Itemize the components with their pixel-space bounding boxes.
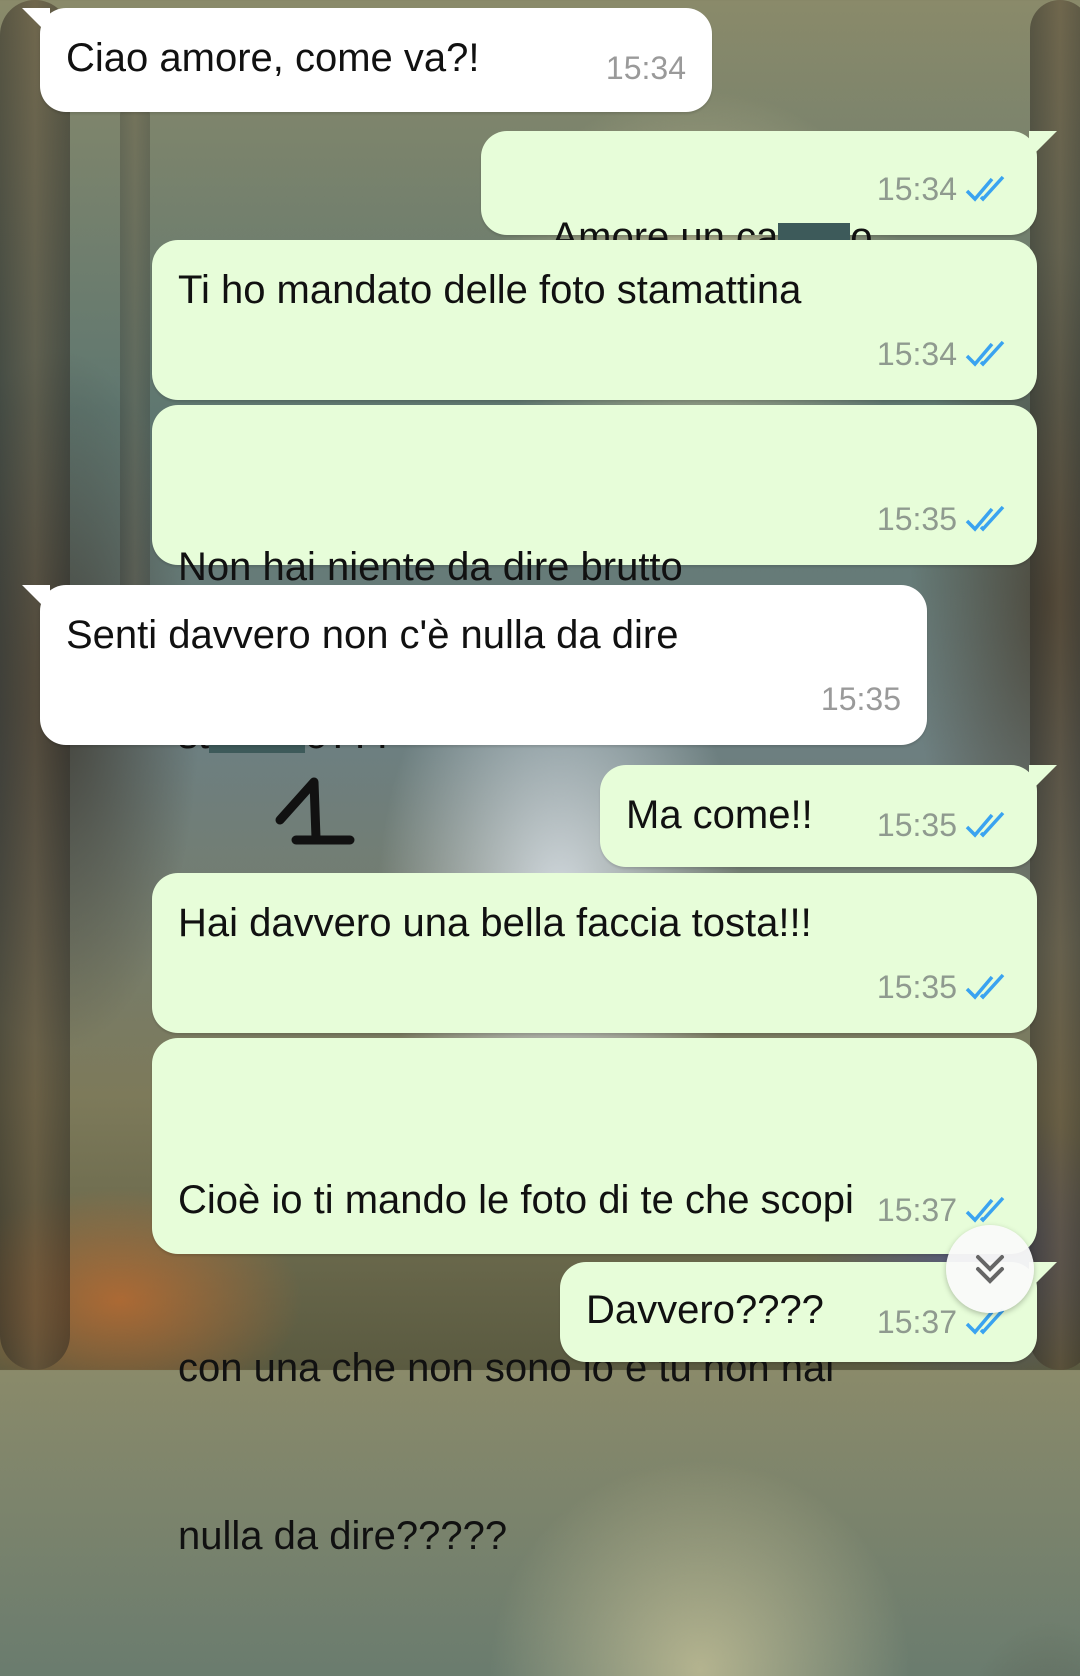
message-time: 15:34 [876, 171, 957, 207]
message-time: 15:35 [876, 501, 957, 537]
message-outgoing[interactable]: Cioè io ti mando le foto di te che scopi… [152, 1038, 1037, 1558]
message-text: Senti davvero non c'è nulla da dire [66, 613, 679, 657]
message-outgoing[interactable]: Non hai niente da dire brutto sto??? 15:… [152, 405, 1037, 757]
message-time: 15:35 [876, 969, 957, 1005]
message-incoming[interactable]: Senti davvero non c'è nulla da dire 15:3… [22, 585, 927, 745]
message-text: Cioè io ti mando le foto di te che scopi… [178, 1060, 854, 1676]
message-time: 15:34 [876, 336, 957, 372]
message-time: 15:37 [876, 1192, 957, 1228]
double-chevron-down-icon [976, 1255, 1004, 1284]
message-text: Ti ho mandato delle foto stamattina [178, 268, 802, 312]
double-check-icon [965, 505, 1005, 532]
message-outgoing[interactable]: Ma come!! 15:35 [600, 765, 1057, 867]
message-time: 15:35 [820, 681, 901, 717]
message-outgoing[interactable]: Amore un ca o 15:34 [481, 131, 1057, 259]
message-outgoing[interactable]: Ti ho mandato delle foto stamattina 15:3… [152, 240, 1037, 400]
message-text: Ciao amore, come va?! [66, 36, 480, 80]
double-check-icon [965, 811, 1005, 838]
double-check-icon [965, 973, 1005, 1000]
message-outgoing[interactable]: Hai davvero una bella faccia tosta!!! 15… [152, 873, 1037, 1033]
message-line: Cioè io ti mando le foto di te che scopi [178, 1178, 854, 1222]
message-incoming[interactable]: Ciao amore, come va?! 15:34 [22, 8, 712, 112]
scroll-to-bottom-button[interactable] [946, 1225, 1034, 1313]
double-check-icon [965, 175, 1005, 202]
double-check-icon [965, 340, 1005, 367]
message-line: nulla da dire????? [178, 1514, 508, 1558]
message-time: 15:34 [605, 50, 686, 86]
double-check-icon [965, 1196, 1005, 1223]
message-text: Davvero???? [586, 1288, 824, 1332]
message-time: 15:35 [876, 807, 957, 843]
handwritten-number-annotation [275, 777, 355, 845]
message-time: 15:37 [876, 1304, 957, 1340]
message-text: Ma come!! [626, 793, 813, 837]
message-text: Hai davvero una bella faccia tosta!!! [178, 901, 812, 945]
